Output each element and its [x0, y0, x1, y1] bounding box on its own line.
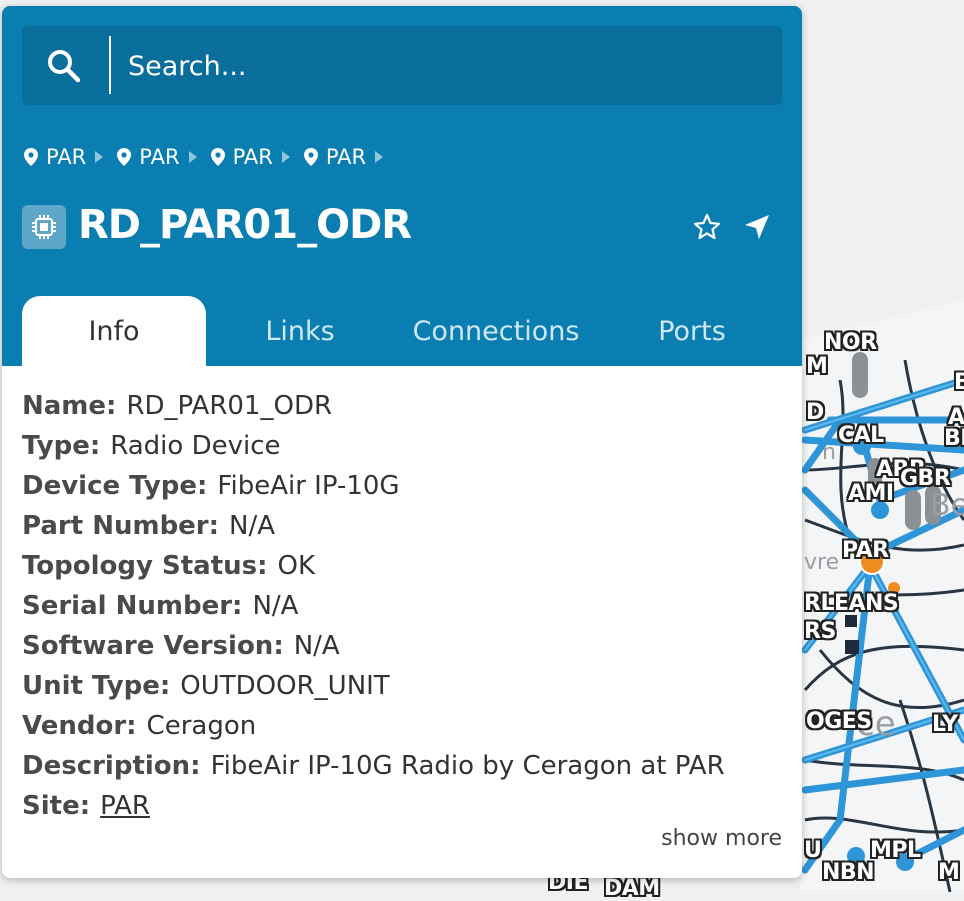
search-icon[interactable]: [46, 48, 82, 84]
map-site-label[interactable]: M: [806, 354, 828, 379]
info-row-description: Description: FibeAir IP-10G Radio by Cera…: [22, 746, 782, 786]
map-site-label[interactable]: NBN: [822, 860, 875, 885]
site-link[interactable]: PAR: [100, 791, 150, 821]
breadcrumb-label[interactable]: PAR: [139, 145, 179, 169]
chip-icon: [22, 205, 66, 249]
navigate-arrow-icon[interactable]: [742, 212, 772, 242]
info-row-type: Type: Radio Device: [22, 426, 782, 466]
info-list: Name: RD_PAR01_ODR Type: Radio Device Devi…: [22, 386, 782, 826]
show-more-link[interactable]: show more: [661, 826, 782, 851]
star-icon[interactable]: [692, 212, 722, 242]
info-value: FibeAir IP-10G: [217, 471, 400, 501]
info-row-unit-type: Unit Type: OUTDOOR_UNIT: [22, 666, 782, 706]
info-row-name: Name: RD_PAR01_ODR: [22, 386, 782, 426]
info-key: Serial Number:: [22, 591, 243, 621]
tab-bar: Info Links Connections Ports: [22, 296, 782, 366]
location-pin-icon: [303, 148, 318, 166]
info-value: Ceragon: [146, 711, 257, 741]
panel-header: PAR PAR PAR: [2, 6, 802, 366]
info-row-topology-status: Topology Status: OK: [22, 546, 782, 586]
chevron-right-icon: [375, 151, 384, 163]
device-info-panel: PAR PAR PAR: [2, 6, 802, 878]
info-value: N/A: [229, 511, 276, 541]
info-row-site: Site: PAR: [22, 786, 782, 826]
location-pin-icon: [117, 148, 132, 166]
tab-info[interactable]: Info: [22, 296, 206, 366]
info-row-device-type: Device Type: FibeAir IP-10G: [22, 466, 782, 506]
map-site-label[interactable]: NOR: [824, 330, 877, 355]
breadcrumb: PAR PAR PAR PAR: [24, 142, 397, 172]
breadcrumb-label[interactable]: PAR: [233, 145, 273, 169]
breadcrumb-label[interactable]: PAR: [326, 145, 366, 169]
info-key: Description:: [22, 751, 201, 781]
search-box[interactable]: [22, 26, 782, 105]
map-site-label[interactable]: MPL: [870, 838, 921, 863]
map-site-label[interactable]: PAR: [842, 538, 889, 563]
chevron-right-icon: [281, 151, 290, 163]
info-key: Name:: [22, 391, 117, 421]
info-key: Unit Type:: [22, 671, 171, 701]
map-site-label[interactable]: RLEANS: [804, 591, 899, 616]
info-value: N/A: [252, 591, 299, 621]
info-key: Topology Status:: [22, 551, 268, 581]
tab-connections[interactable]: Connections: [398, 296, 594, 366]
breadcrumb-label[interactable]: PAR: [46, 145, 86, 169]
info-row-part-number: Part Number: N/A: [22, 506, 782, 546]
info-value: OK: [277, 551, 316, 581]
info-row-vendor: Vendor: Ceragon: [22, 706, 782, 746]
search-input[interactable]: [126, 44, 760, 88]
tab-ports[interactable]: Ports: [622, 296, 762, 366]
chevron-right-icon: [95, 151, 104, 163]
map-region-label: Be: [930, 488, 964, 523]
info-key: Type:: [22, 431, 101, 461]
map-site-label[interactable]: LY: [932, 712, 958, 737]
map-site-label[interactable]: RS: [804, 619, 836, 644]
page-title: RD_PAR01_ODR: [78, 202, 412, 248]
info-key: Site:: [22, 791, 91, 821]
info-value: N/A: [293, 631, 340, 661]
search-divider: [109, 36, 111, 94]
breadcrumb-item[interactable]: PAR: [303, 145, 384, 169]
info-row-software-version: Software Version: N/A: [22, 626, 782, 666]
map-site-label[interactable]: AMI: [848, 481, 894, 506]
info-key: Device Type:: [22, 471, 208, 501]
breadcrumb-item[interactable]: PAR: [210, 145, 290, 169]
map-site-label[interactable]: D: [806, 400, 824, 425]
map-site-label[interactable]: M: [938, 860, 960, 885]
tab-links[interactable]: Links: [220, 296, 380, 366]
chevron-right-icon: [188, 151, 197, 163]
map-region-label: n: [822, 440, 836, 465]
map-site-label[interactable]: CAL: [838, 423, 884, 448]
info-value: FibeAir IP-10G Radio by Ceragon at PAR: [210, 751, 725, 781]
info-value: Radio Device: [110, 431, 281, 461]
info-value: OUTDOOR_UNIT: [180, 671, 390, 701]
location-pin-icon: [210, 148, 225, 166]
info-key: Part Number:: [22, 511, 220, 541]
info-row-serial-number: Serial Number: N/A: [22, 586, 782, 626]
info-value: RD_PAR01_ODR: [126, 391, 333, 421]
breadcrumb-item[interactable]: PAR: [117, 145, 197, 169]
map-site-label[interactable]: DAM: [604, 876, 660, 901]
info-key: Software Version:: [22, 631, 284, 661]
map-site-label[interactable]: GBR: [900, 466, 951, 491]
map-site-label[interactable]: U: [804, 838, 822, 863]
breadcrumb-item[interactable]: PAR: [24, 145, 104, 169]
map-site-label[interactable]: OGES: [806, 709, 872, 734]
map-site-label[interactable]: B: [954, 370, 964, 395]
map-site-label[interactable]: A: [948, 405, 964, 430]
info-key: Vendor:: [22, 711, 137, 741]
map-region-label: vre: [804, 550, 840, 575]
location-pin-icon: [24, 148, 38, 166]
